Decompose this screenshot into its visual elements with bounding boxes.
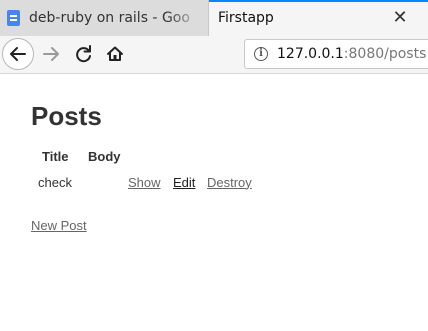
edit-link[interactable]: Edit [173,175,195,190]
tab-deb-ruby[interactable]: deb-ruby on rails - Goo [0,0,209,36]
table-row: check Show Edit Destroy [35,165,252,191]
column-header-body: Body [88,148,121,164]
url-path: :8080/posts [343,46,427,62]
new-post-link[interactable]: New Post [31,218,87,233]
back-button[interactable] [2,38,34,70]
url-host: 127.0.0.1 [277,46,344,62]
tab-firstapp[interactable]: Firstapp ✕ [209,0,428,36]
post-title-cell: check [38,174,72,190]
column-header-empty [128,147,173,165]
tab-strip: deb-ruby on rails - Goo Firstapp ✕ [0,0,428,36]
url-text[interactable]: 127.0.0.1:8080/posts [277,46,426,62]
info-icon[interactable]: i [254,47,268,61]
show-link[interactable]: Show [128,175,161,190]
home-icon [107,46,123,61]
close-icon[interactable]: ✕ [390,8,410,28]
destroy-link[interactable]: Destroy [207,175,252,190]
column-header-empty [207,147,252,165]
reload-icon [76,45,91,63]
document-icon [7,10,20,26]
page-content: Posts Title Body check Show Edit Destroy… [0,74,428,331]
back-arrow-icon [10,47,26,61]
column-header-empty [173,147,207,165]
forward-arrow-icon [43,47,59,61]
page-title: Posts [31,101,102,131]
tab-title: deb-ruby on rails - Goo [29,10,190,26]
posts-table: Title Body check Show Edit Destroy [35,147,252,191]
column-header-title: Title [42,148,69,164]
home-button[interactable] [100,39,130,69]
url-bar[interactable]: i 127.0.0.1:8080/posts [244,39,428,69]
table-header-row: Title Body [35,147,252,165]
forward-button[interactable] [37,39,67,69]
reload-button[interactable] [69,39,99,69]
post-body-cell [88,165,128,191]
navigation-bar: i 127.0.0.1:8080/posts [0,36,428,74]
